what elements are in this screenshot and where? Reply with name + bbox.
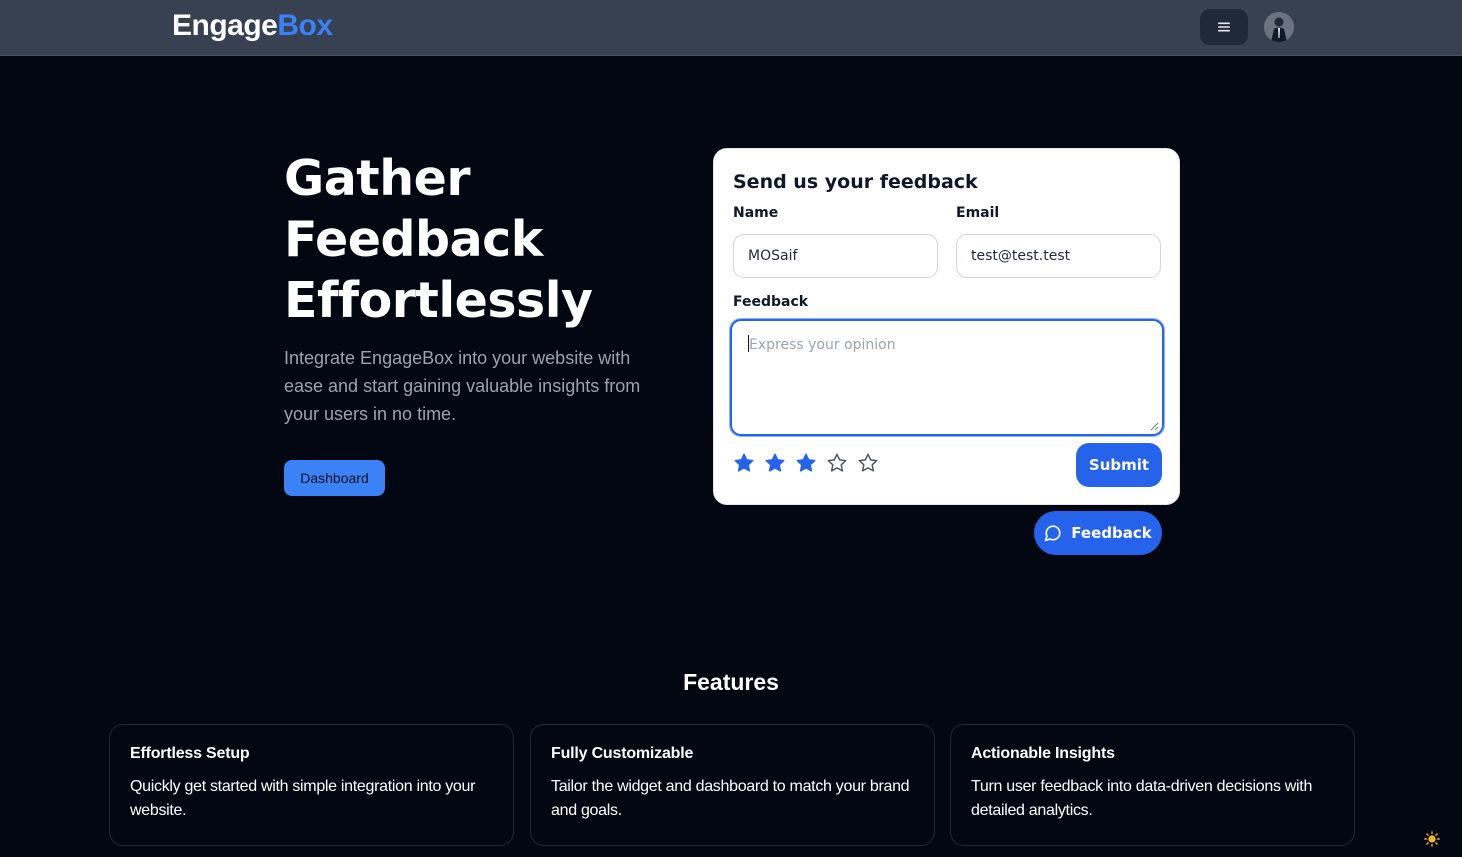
feedback-widget-title: Send us your feedback — [733, 171, 978, 193]
avatar[interactable] — [1264, 12, 1294, 42]
chat-bubble-icon — [1044, 525, 1061, 542]
feature-card-text: Tailor the widget and dashboard to match… — [551, 778, 910, 819]
feedback-textarea[interactable]: Express your opinion — [730, 319, 1164, 436]
name-field-value: MOSaif — [748, 248, 798, 264]
hamburger-icon — [1218, 22, 1230, 32]
hero-title-line2: Feedback — [284, 211, 543, 268]
hero-title-line3: Effortlessly — [284, 272, 593, 329]
feature-card: Effortless Setup Quickly get started wit… — [109, 724, 514, 846]
name-label: Name — [733, 205, 779, 221]
feature-card-text: Quickly get started with simple integrat… — [130, 778, 476, 819]
logo-text-main: Engage — [172, 9, 278, 42]
star-filled-icon[interactable] — [733, 452, 755, 474]
star-filled-icon[interactable] — [795, 452, 817, 474]
logo[interactable]: EngageBox — [172, 9, 333, 43]
feedback-label: Feedback — [733, 294, 809, 310]
hero-subtitle: Integrate EngageBox into your website wi… — [284, 348, 641, 424]
feature-card: Actionable Insights Turn user feedback i… — [950, 724, 1355, 846]
feature-card-text: Turn user feedback into data-driven deci… — [971, 778, 1313, 819]
feedback-widget: Send us your feedback Name MOSaif Email … — [713, 148, 1180, 505]
menu-button[interactable] — [1200, 9, 1248, 45]
logo-text-accent: Box — [277, 9, 333, 42]
hero-title-line1: Gather — [284, 150, 471, 207]
star-filled-icon[interactable] — [764, 452, 786, 474]
email-field-value: test@test.test — [971, 248, 1071, 264]
submit-button[interactable]: Submit — [1076, 443, 1162, 487]
feedback-trigger-button[interactable]: Feedback — [1034, 511, 1162, 555]
feedback-placeholder: Express your opinion — [749, 337, 896, 353]
top-navbar: EngageBox — [0, 0, 1462, 56]
email-label: Email — [956, 205, 1000, 221]
name-field[interactable]: MOSaif — [733, 234, 938, 278]
star-empty-icon[interactable] — [857, 452, 879, 474]
feature-card-title: Actionable Insights — [971, 745, 1115, 762]
star-empty-icon[interactable] — [826, 452, 848, 474]
feedback-trigger-label: Feedback — [1071, 524, 1152, 542]
user-avatar-icon — [1264, 12, 1294, 42]
email-field[interactable]: test@test.test — [956, 234, 1161, 278]
feature-card-title: Effortless Setup — [130, 745, 250, 762]
feature-card: Fully Customizable Tailor the widget and… — [530, 724, 935, 846]
dashboard-button[interactable]: Dashboard — [284, 460, 385, 496]
sun-icon[interactable] — [1424, 831, 1440, 847]
features-title: Features — [683, 669, 779, 695]
resize-grip-icon[interactable] — [1150, 422, 1159, 431]
feature-card-title: Fully Customizable — [551, 745, 694, 762]
hero-title: Gather Feedback Effortlessly — [284, 148, 684, 331]
star-rating — [733, 452, 879, 474]
